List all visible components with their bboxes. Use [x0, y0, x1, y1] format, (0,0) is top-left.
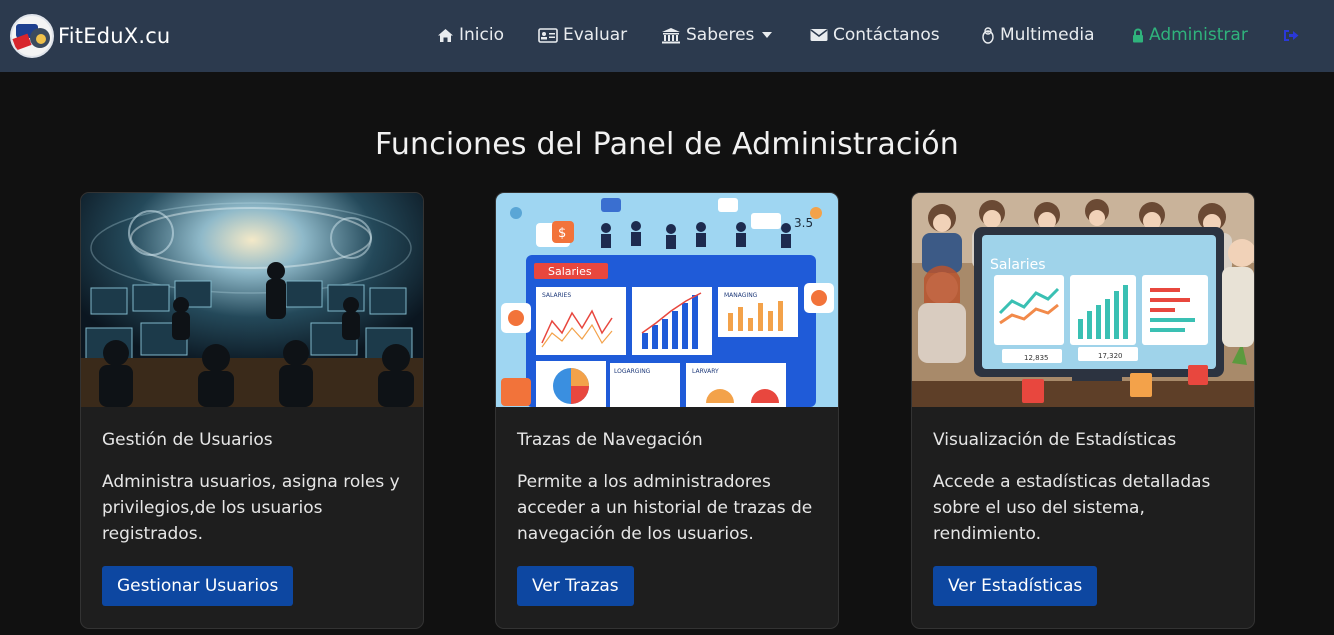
bank-icon	[662, 27, 680, 43]
chevron-down-icon	[762, 32, 773, 38]
nav-label: Evaluar	[563, 25, 628, 45]
panel-label: SALARIES	[542, 292, 571, 299]
card-image-navigation-traces: 3.5 $ Salaries SALARIES MANAGING LOGARGI…	[496, 193, 838, 407]
manage-users-button[interactable]: Gestionar Usuarios	[102, 566, 294, 606]
badge-label: 3.5	[794, 216, 813, 230]
nav-label: Contáctanos	[833, 25, 940, 45]
view-traces-button[interactable]: Ver Trazas	[517, 566, 634, 606]
card-user-management: Gestión de Usuarios Administra usuarios,…	[80, 192, 424, 629]
brand-link[interactable]: FitEduX.cu	[10, 14, 170, 58]
card-text: Permite a los administradores acceder a …	[517, 472, 813, 544]
panel-label: LARVARY	[692, 368, 719, 375]
nav-item-evaluar[interactable]: Evaluar	[538, 22, 627, 48]
card-title: Gestión de Usuarios	[102, 430, 273, 450]
page-title: Funciones del Panel de Administración	[375, 127, 959, 162]
brand-logo	[10, 14, 54, 58]
card-image-statistics: Salaries 12,835 17,320	[912, 193, 1254, 407]
panel-label: MANAGING	[724, 292, 758, 299]
linux-penguin-icon	[982, 26, 994, 44]
card-title: Trazas de Navegación	[517, 430, 703, 450]
nav-item-contactanos[interactable]: Contáctanos	[810, 22, 940, 48]
nav-label: Inicio	[459, 25, 504, 45]
nav-label: Saberes	[686, 25, 755, 45]
banner-label: Salaries	[548, 265, 592, 278]
nav-item-multimedia[interactable]: Multimedia	[981, 22, 1095, 48]
home-icon	[438, 28, 453, 42]
stat-value: 17,320	[1098, 352, 1123, 360]
nav-item-saberes[interactable]: Saberes	[661, 22, 773, 48]
svg-text:$: $	[558, 226, 566, 241]
nav-label: Multimedia	[1000, 25, 1095, 45]
brand-name: FitEduX.cu	[58, 24, 171, 48]
card-image-user-management	[81, 193, 423, 407]
nav-item-inicio[interactable]: Inicio	[437, 22, 504, 48]
card-title: Visualización de Estadísticas	[933, 430, 1177, 450]
envelope-icon	[810, 29, 828, 41]
view-statistics-button[interactable]: Ver Estadísticas	[933, 566, 1098, 606]
card-statistics: Salaries 12,835 17,320 Visualización de …	[911, 192, 1255, 629]
nav-item-administrar[interactable]: Administrar	[1132, 22, 1248, 48]
sign-out-icon	[1284, 29, 1299, 41]
id-card-icon	[538, 27, 558, 43]
panel-label: LOGARGING	[614, 368, 651, 375]
navbar: FitEduX.cu Inicio Evaluar Saberes Contác…	[0, 0, 1334, 72]
lock-icon	[1133, 28, 1143, 42]
card-text: Administra usuarios, asigna roles y priv…	[102, 472, 400, 544]
card-navigation-traces: 3.5 $ Salaries SALARIES MANAGING LOGARGI…	[495, 192, 839, 629]
card-text: Accede a estadísticas detalladas sobre e…	[933, 472, 1211, 544]
stat-value: 12,835	[1024, 354, 1049, 362]
nav-label: Administrar	[1149, 25, 1248, 45]
banner-label: Salaries	[990, 257, 1046, 273]
logout-button[interactable]	[1283, 22, 1305, 48]
